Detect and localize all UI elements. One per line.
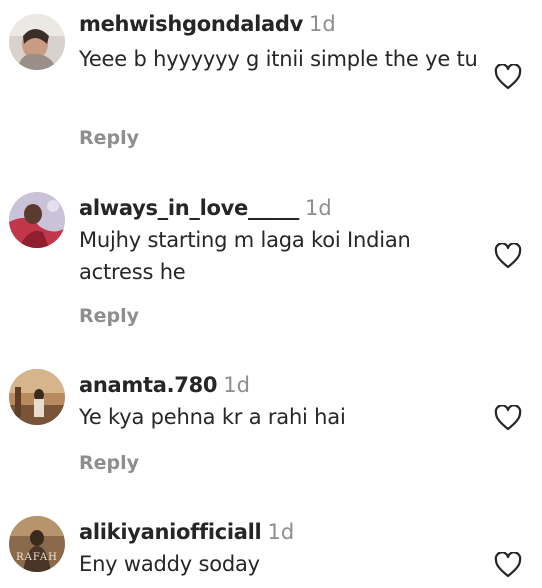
avatar[interactable] bbox=[9, 14, 65, 70]
reply-button[interactable]: Reply bbox=[79, 304, 139, 328]
comment-header: mehwishgondaladv 1d bbox=[79, 10, 336, 38]
comment-header: always_in_love_____ 1d bbox=[79, 194, 332, 222]
comment-time: 1d bbox=[309, 12, 336, 36]
avatar-overlay-text: RAFAH bbox=[16, 552, 58, 563]
comment-time: 1d bbox=[267, 520, 295, 544]
heart-outline-icon[interactable] bbox=[494, 405, 522, 431]
username-link[interactable]: anamta.780 bbox=[79, 373, 218, 397]
comment-header: alikiyaniofficiall 1d bbox=[79, 518, 294, 546]
comment-time: 1d bbox=[223, 373, 250, 397]
username-link[interactable]: mehwishgondaladv bbox=[79, 12, 303, 36]
heart-outline-icon[interactable] bbox=[494, 64, 522, 90]
heart-outline-icon[interactable] bbox=[494, 552, 522, 578]
comment-text: Eny waddy soday bbox=[79, 552, 260, 576]
reply-button[interactable]: Reply bbox=[79, 126, 139, 150]
username-link[interactable]: always_in_love_____ bbox=[79, 196, 299, 220]
comment-text: Yeee b hyyyyyy g itnii simple the ye tu bbox=[79, 47, 478, 71]
avatar[interactable]: RAFAH bbox=[9, 516, 65, 572]
avatar[interactable] bbox=[9, 192, 65, 248]
comment-time: 1d bbox=[305, 196, 332, 220]
avatar[interactable] bbox=[9, 369, 65, 425]
reply-button[interactable]: Reply bbox=[79, 451, 139, 475]
comment-text: Mujhy starting m laga koi Indian actress… bbox=[79, 228, 411, 284]
username-link[interactable]: alikiyaniofficiall bbox=[79, 520, 262, 544]
comment-text: Ye kya pehna kr a rahi hai bbox=[79, 405, 346, 429]
heart-outline-icon[interactable] bbox=[494, 243, 522, 269]
comment-header: anamta.780 1d bbox=[79, 371, 250, 399]
